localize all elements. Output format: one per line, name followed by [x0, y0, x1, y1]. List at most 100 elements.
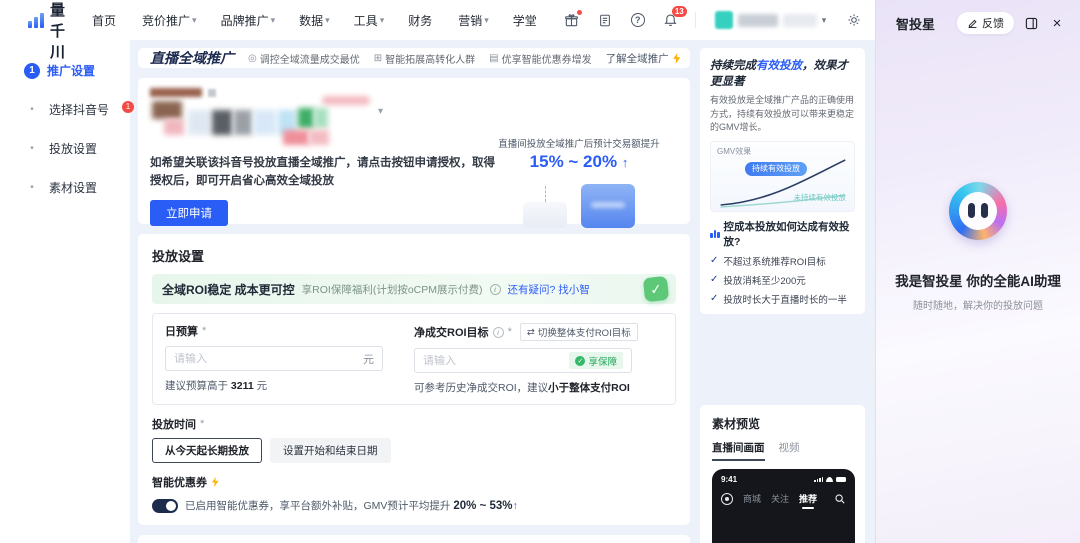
tab-live-screen[interactable]: 直播间画面: [712, 440, 765, 461]
nav-item-bidding[interactable]: 竞价推广 ▾: [142, 12, 197, 29]
required-mark: *: [200, 418, 205, 430]
nav-item-home[interactable]: 首页: [92, 12, 118, 29]
alert-count-badge: 1: [122, 101, 134, 113]
tab-video[interactable]: 视频: [779, 440, 800, 461]
daily-budget-input[interactable]: [174, 352, 363, 365]
notification-dot: [576, 10, 582, 15]
check-icon: ✓: [710, 293, 719, 305]
live-icon[interactable]: [721, 492, 733, 505]
nav-item-tools[interactable]: 工具 ▾: [354, 12, 385, 29]
swap-icon: ⇄: [526, 326, 535, 338]
uplift-value: 15% ~ 20% ↑: [529, 152, 629, 171]
blurred-account-id: [782, 13, 817, 27]
nav-item-data[interactable]: 数据 ▾: [299, 12, 330, 29]
sidebar-item-material-settings[interactable]: • 素材设置: [24, 179, 130, 196]
roi-target-input-wrap: ✓ 享保障: [414, 348, 632, 373]
check-icon: ✓: [575, 355, 586, 366]
help-icon[interactable]: ?: [629, 11, 647, 29]
switch-roi-target-button[interactable]: ⇄ 切换整体支付ROI目标: [519, 323, 638, 341]
field-label: 净成交ROI目标: [414, 327, 489, 339]
account-switcher[interactable]: ▾: [714, 11, 827, 29]
material-settings-card: 素材设置 添加素材: [138, 535, 690, 543]
nav-item-finance[interactable]: 财务: [408, 12, 434, 29]
assistant-headline: 我是智投星 你的全能AI助理: [895, 274, 1061, 289]
nav-item-brand[interactable]: 品牌推广 ▾: [221, 12, 276, 29]
blurred-edit-icon: [208, 89, 216, 97]
chevron-down-icon: ▾: [379, 14, 385, 25]
feedback-button[interactable]: 反馈: [957, 12, 1014, 34]
set-date-range-button[interactable]: 设置开始和结束日期: [270, 438, 391, 463]
assistant-title: 智投星: [896, 16, 936, 32]
logo-text: 巨量千川: [50, 2, 67, 61]
currency-unit: 元: [363, 353, 374, 366]
blurred-avatar: [152, 101, 182, 119]
coupon-status-text: 已启用智能优惠券，享平台额外补贴，GMV预计平均提升 20% ~ 53%↑: [185, 500, 518, 512]
uplift-bars-graphic: [486, 176, 672, 228]
chevron-down-icon[interactable]: ▾: [378, 106, 383, 117]
ask-assistant-link[interactable]: 还有疑问? 找小智: [508, 282, 590, 297]
divider: [694, 12, 696, 28]
page-header-card: 直播全域推广 ◎ 调控全域流量成交最优 ⊞ 智能拓展高转化人群 ▤ 优享智能优惠…: [138, 48, 690, 68]
phone-tab-follow[interactable]: 关注: [771, 492, 789, 505]
feature-tag: ▤ 优享智能优惠券增发: [489, 52, 592, 66]
required-mark: *: [507, 326, 512, 338]
assistant-subline: 随时随地，解决你的投放问题: [913, 301, 1043, 312]
guarantee-badge: ✓ 享保障: [569, 352, 623, 369]
nav-item-marketing[interactable]: 营销 ▾: [458, 12, 489, 29]
ai-assistant-panel: 智投星 反馈 × 我是智投星 你的全能AI助理 随时随地，解决你的投放问题: [875, 0, 1080, 543]
phone-tab-recommend[interactable]: 推荐: [799, 492, 817, 509]
search-icon[interactable]: [834, 493, 846, 505]
learn-more-link[interactable]: 了解全域推广: [606, 51, 681, 66]
roi-guarantee-banner: 全域ROI稳定 成本更可控 享ROI保障福利(计划按oCPM展示付费) i 还有…: [152, 274, 676, 304]
avatar: [714, 11, 733, 29]
chart-series-badge: 持续有效投放: [745, 161, 807, 176]
document-icon[interactable]: [596, 11, 614, 29]
sidebar-item-promotion-settings[interactable]: 1 推广设置: [24, 62, 130, 79]
arrow-up-icon: ↑: [512, 500, 518, 512]
left-sidebar: 1 推广设置 • 选择抖音号 1 • 投放设置 • 素材设置: [0, 40, 134, 543]
sidebar-item-delivery-settings[interactable]: • 投放设置: [24, 140, 130, 157]
smart-coupon-label-row: 智能优惠券: [152, 474, 676, 490]
delivery-settings-card: 投放设置 全域ROI稳定 成本更可控 享ROI保障福利(计划按oCPM展示付费)…: [138, 234, 690, 525]
bell-icon[interactable]: 13: [662, 6, 687, 29]
schedule-label-row: 投放时间 *: [152, 418, 205, 431]
smart-coupon-toggle[interactable]: [152, 498, 178, 513]
chart-axis-label: GMV效果: [717, 146, 752, 156]
chevron-down-icon: ▾: [325, 14, 330, 25]
long-term-delivery-button[interactable]: 从今天起长期投放: [152, 438, 262, 463]
wifi-icon: [826, 477, 833, 482]
roi-target-input[interactable]: [423, 354, 570, 367]
signal-icon: [814, 477, 823, 482]
checklist-item: ✓ 不超过系统推荐ROI目标: [710, 255, 826, 268]
checklist-item: ✓ 投放时长大于直播时长的一半: [710, 293, 847, 306]
field-label: 日预算: [165, 326, 198, 338]
dock-panel-icon[interactable]: [1022, 14, 1040, 32]
phone-tab-mall[interactable]: 商城: [743, 492, 761, 505]
checklist-item: ✓ 投放消耗至少200元: [710, 274, 806, 287]
close-icon[interactable]: ×: [1048, 14, 1066, 32]
form-fields-box: 日预算 * 元 建议预算高于 3211 元 净成交ROI目标 i: [152, 313, 676, 405]
required-mark: *: [202, 325, 207, 337]
daily-budget-field: 日预算 * 元 建议预算高于 3211 元: [165, 323, 414, 395]
apply-now-button[interactable]: 立即申请: [150, 199, 228, 226]
authorization-hint-text: 如希望关联该抖音号投放直播全域推广，请点击按钮申请授权，取得授权后，即可开启省心…: [150, 157, 495, 188]
gear-icon[interactable]: [845, 11, 863, 29]
chevron-down-icon: ▾: [821, 14, 827, 25]
bar-chart-icon: [710, 229, 720, 239]
pencil-icon: [968, 19, 977, 28]
nav-item-academy[interactable]: 学堂: [513, 12, 539, 29]
blurred-label: [150, 88, 202, 97]
info-icon: i: [489, 283, 501, 295]
battery-icon: [836, 477, 846, 482]
coupon-icon: ▤: [489, 52, 499, 64]
chart-series2-label: 未持续有效投放: [793, 192, 847, 202]
sidebar-item-select-douyin[interactable]: • 选择抖音号 1: [24, 101, 134, 118]
effective-delivery-promo-card: 持续完成有效投放，效果才更显著 有效投放是全域推广产品的正确使用方式，持续有效投…: [700, 48, 865, 314]
lightning-icon: [211, 477, 219, 487]
gift-icon[interactable]: [563, 10, 582, 29]
phone-time: 9:41: [721, 475, 738, 484]
gmv-trend-chart: GMV效果 持续有效投放 未持续有效投放: [710, 140, 855, 212]
feature-tag: ⊞ 智能拓展高转化人群: [373, 52, 476, 66]
main-content: 直播全域推广 ◎ 调控全域流量成交最优 ⊞ 智能拓展高转化人群 ▤ 优享智能优惠…: [130, 40, 875, 543]
check-icon: ✓: [710, 274, 719, 286]
